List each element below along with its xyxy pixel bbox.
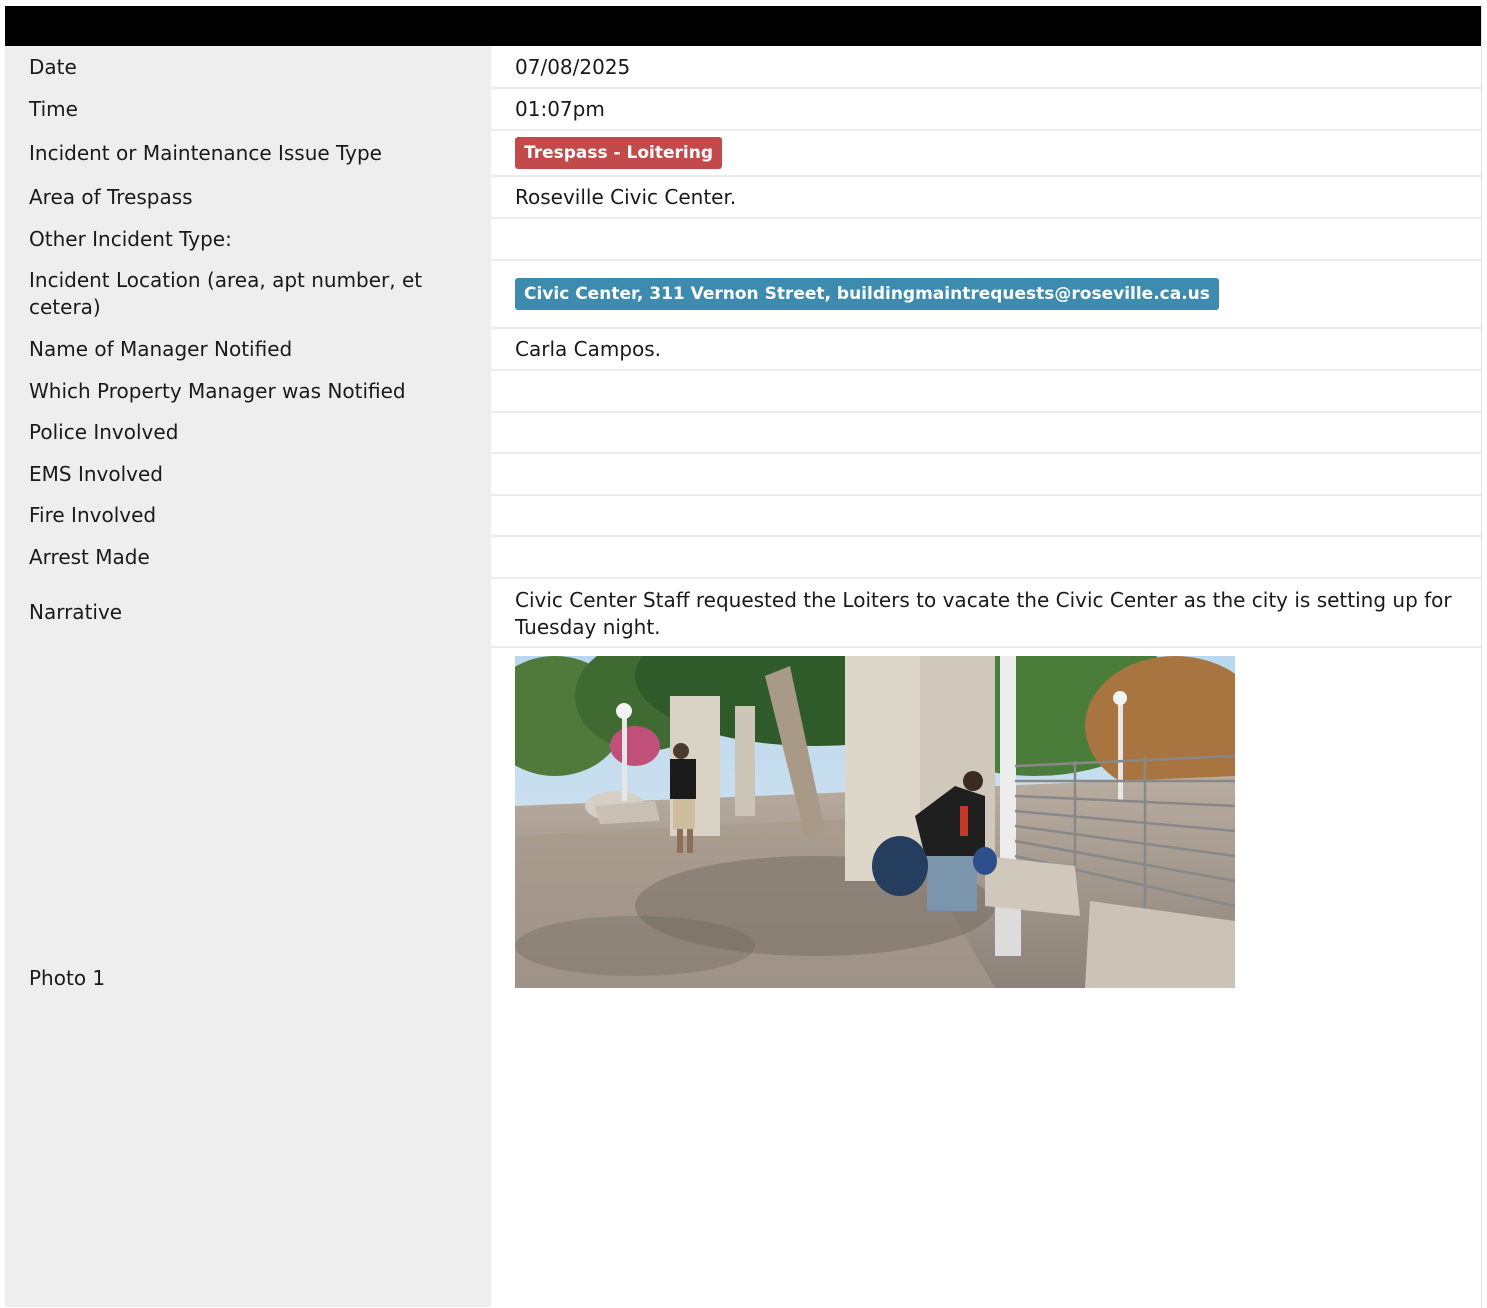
area-of-trespass-value: Roseville Civic Center. bbox=[491, 176, 1481, 219]
incident-report: Date 07/08/2025 Time 01:07pm Incident or… bbox=[5, 6, 1482, 1308]
row-police-involved: Police Involved bbox=[5, 412, 1481, 454]
row-time: Time 01:07pm bbox=[5, 88, 1481, 131]
row-manager-notified: Name of Manager Notified Carla Campos. bbox=[5, 328, 1481, 371]
incident-location-badge: Civic Center, 311 Vernon Street, buildin… bbox=[515, 278, 1219, 310]
police-involved-value bbox=[491, 412, 1481, 454]
photo-1-label: Photo 1 bbox=[5, 647, 491, 1307]
time-value: 01:07pm bbox=[491, 88, 1481, 131]
row-incident-location: Incident Location (area, apt number, et … bbox=[5, 260, 1481, 329]
arrest-made-label: Arrest Made bbox=[5, 536, 491, 578]
incident-location-value: Civic Center, 311 Vernon Street, buildin… bbox=[491, 260, 1481, 329]
incident-location-label: Incident Location (area, apt number, et … bbox=[5, 260, 491, 328]
property-manager-value bbox=[491, 370, 1481, 413]
row-fire-involved: Fire Involved bbox=[5, 495, 1481, 537]
row-photo-1: Photo 1 bbox=[5, 647, 1481, 1307]
row-arrest-made: Arrest Made bbox=[5, 536, 1481, 579]
narrative-label: Narrative bbox=[5, 578, 491, 647]
manager-notified-label: Name of Manager Notified bbox=[5, 328, 491, 370]
ems-involved-value bbox=[491, 453, 1481, 496]
other-incident-type-label: Other Incident Type: bbox=[5, 218, 491, 260]
row-property-manager: Which Property Manager was Notified bbox=[5, 370, 1481, 413]
incident-type-value: Trespass - Loitering bbox=[491, 130, 1481, 177]
header-bar bbox=[5, 6, 1481, 46]
other-incident-type-value bbox=[491, 218, 1481, 261]
date-label: Date bbox=[5, 46, 491, 88]
row-area-of-trespass: Area of Trespass Roseville Civic Center. bbox=[5, 176, 1481, 219]
row-incident-type: Incident or Maintenance Issue Type Tresp… bbox=[5, 130, 1481, 177]
property-manager-label: Which Property Manager was Notified bbox=[5, 370, 491, 412]
report-table: Date 07/08/2025 Time 01:07pm Incident or… bbox=[5, 46, 1481, 1307]
row-date: Date 07/08/2025 bbox=[5, 46, 1481, 89]
incident-type-badge: Trespass - Loitering bbox=[515, 137, 723, 169]
narrative-value: Civic Center Staff requested the Loiters… bbox=[491, 578, 1481, 648]
row-other-incident-type: Other Incident Type: bbox=[5, 218, 1481, 261]
incident-photo[interactable] bbox=[515, 656, 1235, 988]
arrest-made-value bbox=[491, 536, 1481, 579]
fire-involved-label: Fire Involved bbox=[5, 495, 491, 536]
date-value: 07/08/2025 bbox=[491, 46, 1481, 89]
fire-involved-value bbox=[491, 495, 1481, 537]
narrative-text: Civic Center Staff requested the Loiters… bbox=[515, 588, 1452, 639]
ems-involved-label: EMS Involved bbox=[5, 453, 491, 495]
photo-1-value bbox=[491, 647, 1481, 1307]
row-ems-involved: EMS Involved bbox=[5, 453, 1481, 496]
manager-notified-value: Carla Campos. bbox=[491, 328, 1481, 371]
row-narrative: Narrative Civic Center Staff requested t… bbox=[5, 578, 1481, 648]
incident-type-label: Incident or Maintenance Issue Type bbox=[5, 130, 491, 176]
area-of-trespass-label: Area of Trespass bbox=[5, 176, 491, 218]
police-involved-label: Police Involved bbox=[5, 412, 491, 453]
time-label: Time bbox=[5, 88, 491, 130]
